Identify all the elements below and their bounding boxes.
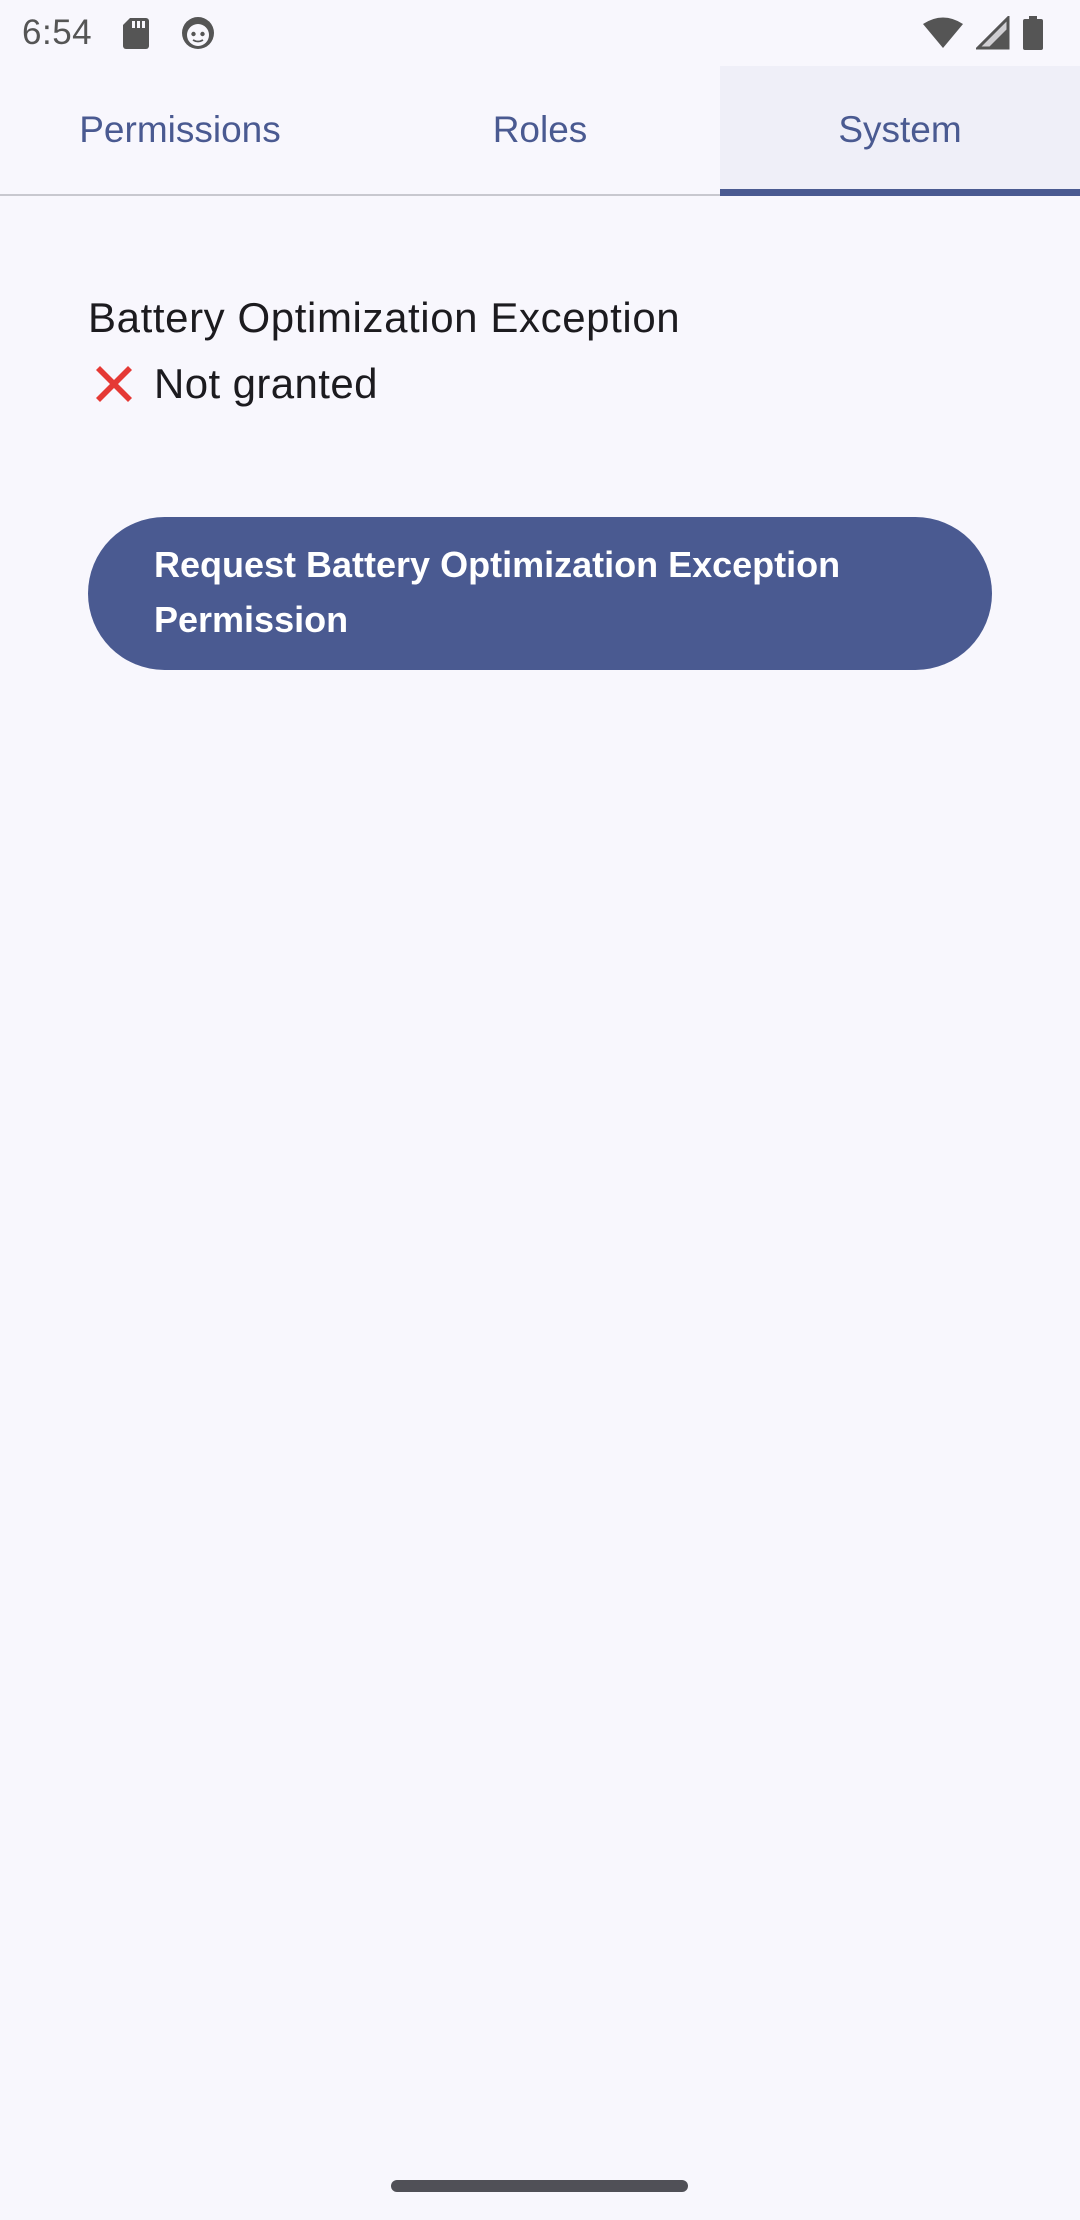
cross-mark-icon <box>88 358 140 410</box>
app-screen: 6:54 Permissions Roles System Battery Op… <box>0 0 1080 2220</box>
tab-bar: Permissions Roles System <box>0 66 1080 196</box>
tab-label: Roles <box>492 109 588 150</box>
signal-icon <box>976 16 1010 50</box>
status-bar: 6:54 <box>0 0 1080 66</box>
sd-card-icon <box>122 16 150 50</box>
tab-roles[interactable]: Roles <box>360 66 720 194</box>
battery-icon <box>1022 16 1044 50</box>
status-time: 6:54 <box>22 13 93 52</box>
permission-section: Battery Optimization Exception Not grant… <box>88 288 1008 414</box>
status-left: 6:54 <box>22 13 216 53</box>
tab-system[interactable]: System <box>720 66 1080 196</box>
wifi-icon <box>922 17 964 49</box>
permission-title: Battery Optimization Exception <box>88 294 681 341</box>
permission-status: Not granted <box>88 354 1008 414</box>
face-icon <box>180 15 216 51</box>
tab-label: System <box>838 109 962 150</box>
home-indicator[interactable] <box>391 2180 688 2192</box>
request-button-label: Request Battery Optimization Exception P… <box>154 544 841 640</box>
tab-permissions[interactable]: Permissions <box>0 66 360 194</box>
tab-label: Permissions <box>79 109 281 150</box>
permission-status-text: Not granted <box>154 360 378 407</box>
request-permission-button[interactable]: Request Battery Optimization Exception P… <box>88 517 992 670</box>
status-right <box>922 16 1044 50</box>
